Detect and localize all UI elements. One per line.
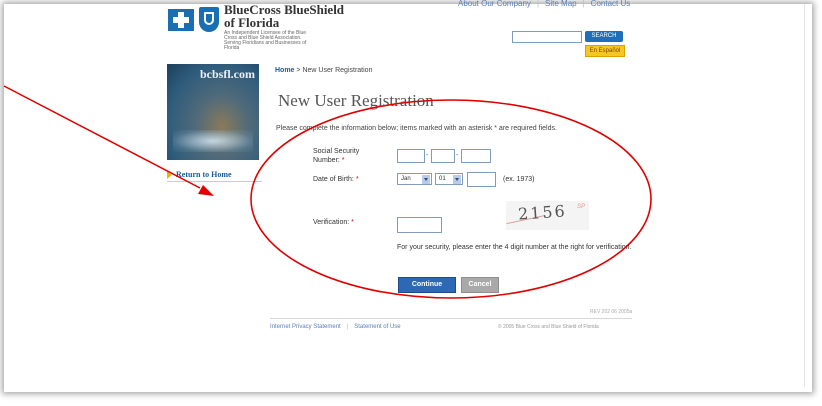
annotation-overlay	[3, 85, 652, 299]
annotation-arrow-line	[3, 85, 201, 189]
annotation-arrowhead-icon	[198, 185, 214, 196]
annotation-ellipse	[250, 99, 652, 299]
